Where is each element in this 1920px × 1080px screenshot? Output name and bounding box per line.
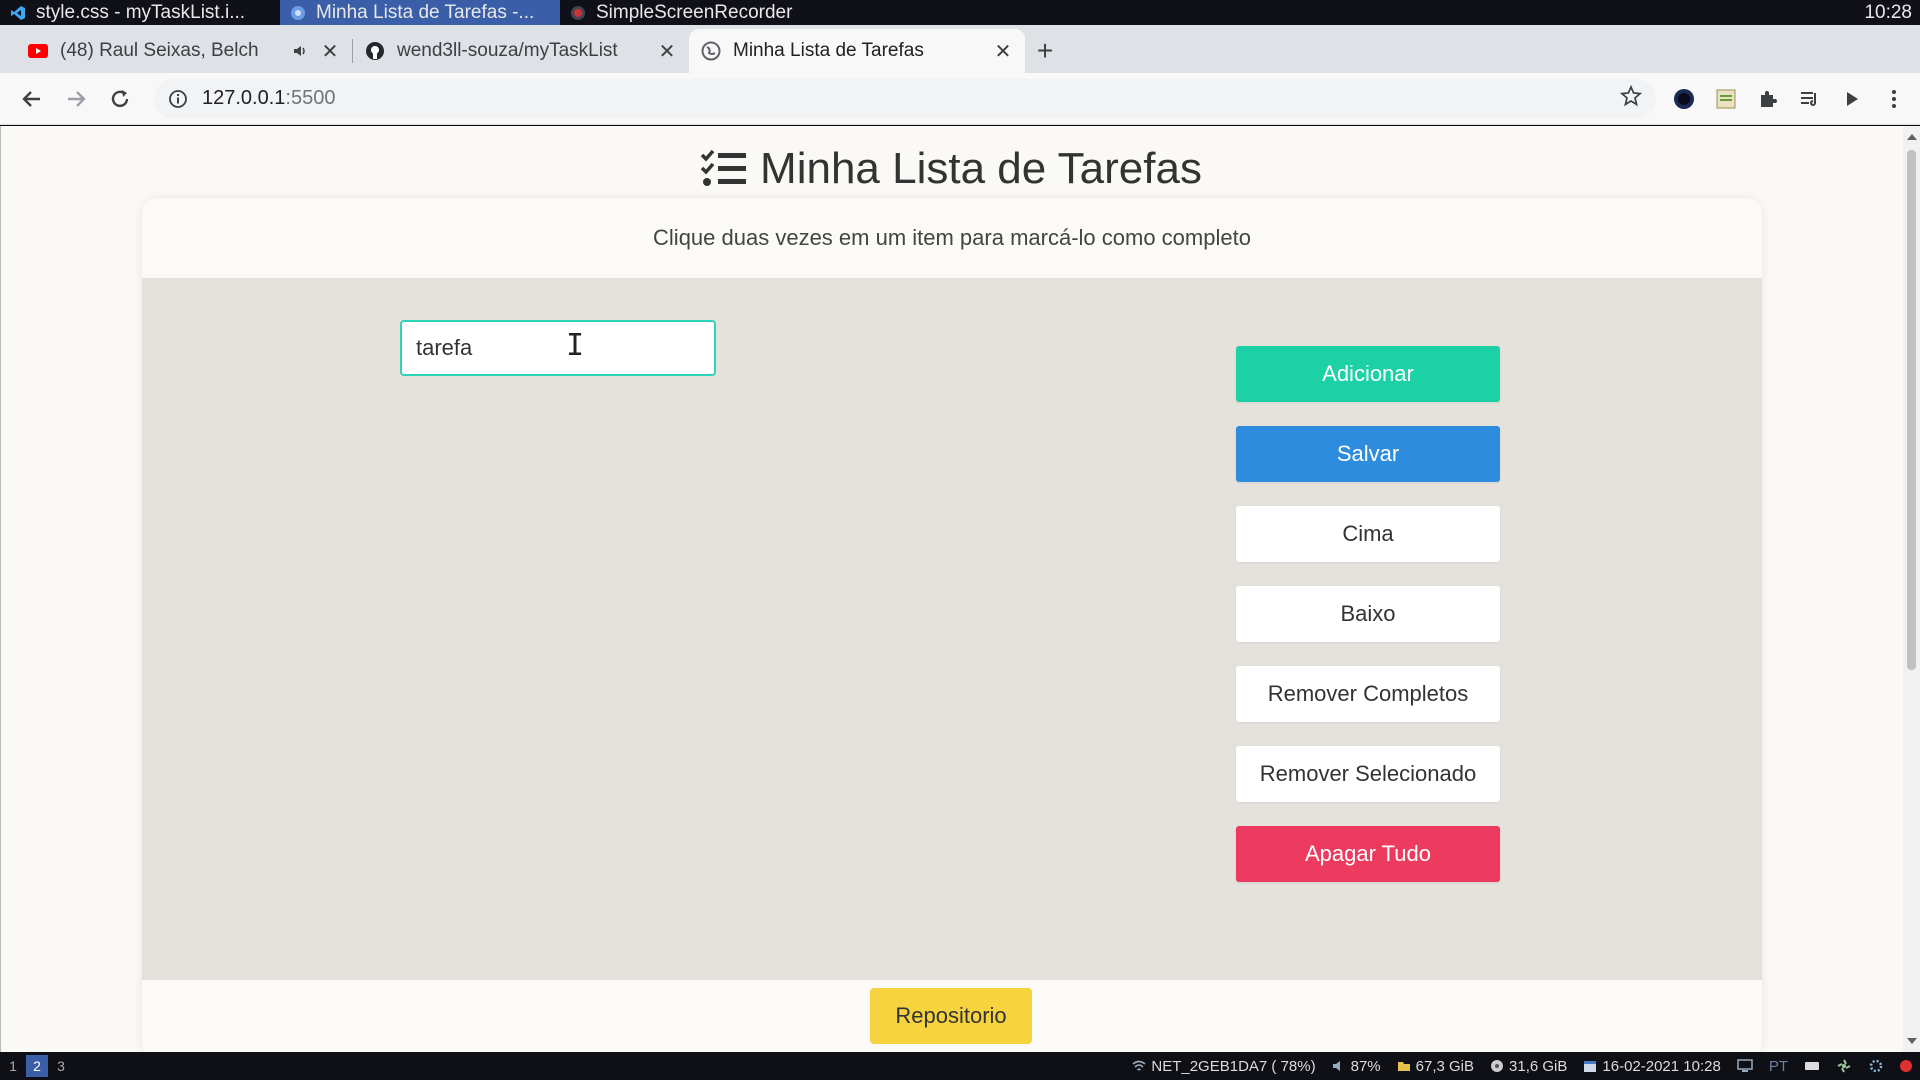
disk-label: 31,6 GiB (1509, 1057, 1568, 1075)
drive-icon (1491, 1060, 1504, 1072)
clear-all-button[interactable]: Apagar Tudo (1236, 826, 1500, 882)
taskbar-item-recorder[interactable]: SimpleScreenRecorder (560, 0, 830, 25)
tasks-icon (700, 149, 747, 186)
save-button[interactable]: Salvar (1236, 426, 1500, 482)
forward-button[interactable] (58, 81, 94, 117)
power-icon[interactable] (1900, 1060, 1912, 1072)
volume-icon (1332, 1061, 1340, 1071)
info-icon[interactable] (168, 89, 188, 109)
page-title: Minha Lista de Tarefas (760, 144, 1202, 193)
address-bar[interactable]: 127.0.0.1:5500 (154, 78, 1656, 119)
page-header: Minha Lista de Tarefas (1, 144, 1901, 194)
page-scrollbar[interactable] (1903, 126, 1920, 1052)
taskbar-item-label: style.css - myTaskList.i... (36, 1, 246, 23)
chromium-icon (291, 5, 305, 20)
youtube-icon (28, 44, 48, 58)
github-icon (366, 42, 384, 60)
scroll-up-arrow-icon[interactable] (1907, 134, 1917, 140)
taskbar-item-vscode[interactable]: style.css - myTaskList.i... (0, 0, 280, 25)
scroll-thumb[interactable] (1907, 150, 1916, 670)
browser-tabstrip: (48) Raul Seixas, Belch ✕ wend3ll-souza/… (0, 25, 1920, 73)
move-up-button[interactable]: Cima (1236, 506, 1500, 562)
tab-close-icon[interactable]: ✕ (657, 39, 677, 64)
taskbar-item-label: SimpleScreenRecorder (596, 1, 793, 23)
tab-task-list[interactable]: Minha Lista de Tarefas ✕ (689, 29, 1025, 73)
arrow-right-icon (68, 90, 86, 107)
workspace-1[interactable]: 1 (2, 1055, 24, 1077)
task-input[interactable] (400, 320, 716, 376)
arrow-left-icon (22, 90, 40, 107)
system-tray: NET_2GEB1DA7 ( 78%) 87% 67,3 GiB 31,6 Gi… (1132, 1058, 1920, 1075)
keyboard-icon[interactable] (1804, 1059, 1820, 1073)
disk-status-2: 31,6 GiB (1490, 1058, 1567, 1075)
extensions-area (1672, 87, 1906, 111)
settings-gear-icon[interactable] (1868, 1059, 1884, 1073)
volume-label: 87% (1350, 1057, 1381, 1075)
repository-button[interactable]: Repositorio (870, 988, 1032, 1044)
taskbar-item-browser[interactable]: Minha Lista de Tarefas -... (280, 0, 560, 25)
display-icon[interactable] (1737, 1059, 1753, 1073)
tab-title: Minha Lista de Tarefas (733, 40, 924, 61)
tab-github[interactable]: wend3ll-souza/myTaskList ✕ (353, 29, 689, 73)
vscode-icon (11, 5, 25, 20)
sheet-extension-icon[interactable] (1714, 87, 1738, 111)
calendar-icon (1584, 1061, 1597, 1072)
network-status[interactable]: NET_2GEB1DA7 ( 78%) (1132, 1057, 1316, 1075)
move-down-button[interactable]: Baixo (1236, 586, 1500, 642)
volume-status[interactable]: 87% (1332, 1058, 1381, 1075)
fan-icon[interactable] (1836, 1059, 1852, 1073)
tab-youtube[interactable]: (48) Raul Seixas, Belch ✕ (16, 29, 352, 73)
text-cursor-icon: I (566, 328, 585, 363)
workspace-3[interactable]: 3 (50, 1055, 72, 1077)
puzzle-icon[interactable] (1756, 87, 1780, 111)
tab-close-icon[interactable]: ✕ (320, 39, 340, 64)
os-clock: 10:28 (1864, 1, 1912, 23)
tab-title: (48) Raul Seixas, Belch (60, 40, 259, 61)
workspace-2[interactable]: 2 (26, 1055, 48, 1077)
remove-selected-button[interactable]: Remover Selecionado (1236, 746, 1500, 802)
taskbar-item-label: Minha Lista de Tarefas -... (316, 1, 535, 23)
reload-button[interactable] (102, 81, 138, 117)
task-card: Clique duas vezes em um item para marcá-… (142, 198, 1762, 1052)
recorder-icon (571, 5, 585, 20)
speaker-icon[interactable] (292, 43, 308, 59)
keyboard-layout[interactable]: PT (1769, 1058, 1788, 1075)
play-extension-icon[interactable] (1840, 87, 1864, 111)
disk-status-1: 67,3 GiB (1397, 1058, 1474, 1075)
folder-icon (1397, 1062, 1410, 1071)
remove-completed-button[interactable]: Remover Completos (1236, 666, 1500, 722)
network-label: NET_2GEB1DA7 ( 78%) (1151, 1057, 1316, 1075)
os-top-panel: style.css - myTaskList.i... Minha Lista … (0, 0, 1920, 25)
add-button[interactable]: Adicionar (1236, 346, 1500, 402)
disk-label: 67,3 GiB (1415, 1057, 1475, 1075)
bookmark-star-icon[interactable] (1619, 84, 1643, 113)
page-viewport: Minha Lista de Tarefas Clique duas vezes… (0, 126, 1920, 1052)
datetime-label: 16-02-2021 10:28 (1602, 1057, 1721, 1075)
url-port: :5500 (285, 87, 336, 109)
wifi-icon (1132, 1060, 1146, 1071)
instructions-text: Clique duas vezes em um item para marcá-… (653, 225, 1251, 250)
url-host: 127.0.0.1 (202, 87, 286, 109)
more-vert-icon[interactable] (1882, 87, 1906, 111)
tab-close-icon[interactable]: ✕ (993, 39, 1013, 64)
tab-title: wend3ll-souza/myTaskList (397, 40, 618, 61)
media-queue-icon[interactable] (1798, 87, 1822, 111)
new-tab-icon[interactable]: + (1025, 29, 1065, 73)
date-time[interactable]: 16-02-2021 10:28 (1583, 1057, 1721, 1075)
task-workspace: I Adicionar Salvar Cima Baixo Remover Co… (142, 278, 1762, 980)
globe-icon (701, 41, 721, 61)
back-button[interactable] (14, 81, 50, 117)
url-text: 127.0.0.1:5500 (202, 87, 335, 110)
scroll-down-arrow-icon[interactable] (1907, 1038, 1917, 1044)
os-bottom-panel: 1 2 3 NET_2GEB1DA7 ( 78%) 87% 67,3 GiB 3… (0, 1052, 1920, 1080)
reload-icon (111, 89, 129, 107)
profile-extension-icon[interactable] (1672, 87, 1696, 111)
browser-toolbar: 127.0.0.1:5500 (0, 73, 1920, 125)
